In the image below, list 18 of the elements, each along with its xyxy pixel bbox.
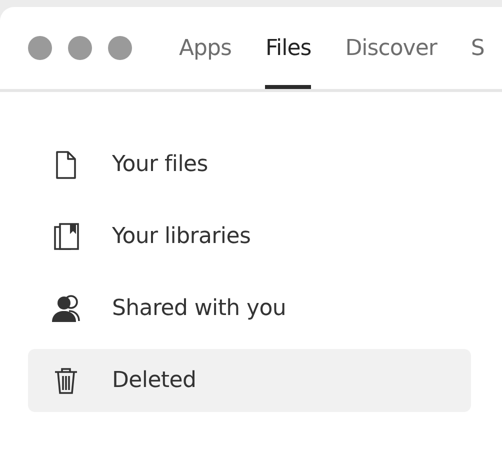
item-label: Deleted [112, 368, 196, 393]
window-minimize-button[interactable] [68, 36, 92, 60]
sidebar-item[interactable]: Your libraries [28, 205, 471, 268]
tab[interactable]: Discover [345, 7, 437, 89]
tab[interactable]: Files [265, 7, 312, 89]
tab[interactable]: S [470, 7, 484, 89]
window-close-button[interactable] [28, 36, 52, 60]
people-icon [52, 294, 80, 324]
item-label: Your files [112, 152, 208, 177]
tab[interactable]: Apps [179, 7, 232, 89]
sidebar-item[interactable]: Shared with you [28, 277, 471, 340]
item-label: Your libraries [112, 224, 251, 249]
library-icon [52, 222, 80, 252]
sidebar-item[interactable]: Your files [28, 133, 471, 196]
sidebar-item[interactable]: Deleted [28, 349, 471, 412]
item-label: Shared with you [112, 296, 286, 321]
trash-icon [52, 366, 80, 396]
window-zoom-button[interactable] [108, 36, 132, 60]
